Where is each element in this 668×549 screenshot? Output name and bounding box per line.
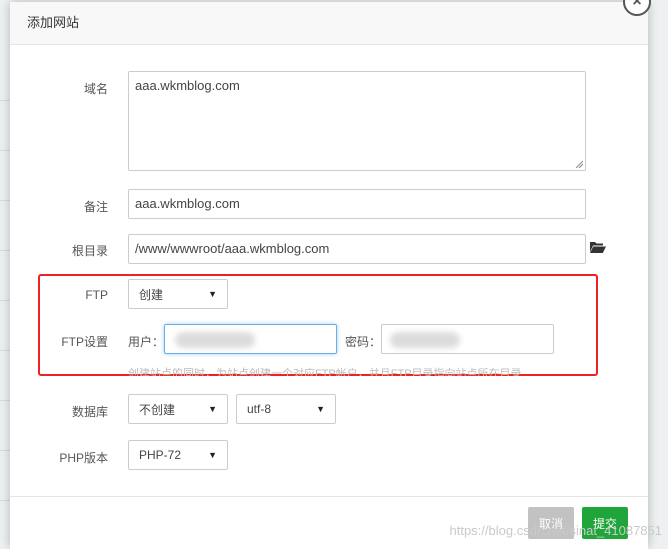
resize-grip-icon[interactable] (575, 160, 583, 168)
ftp-settings-label: FTP设置 (61, 335, 108, 349)
domain-label: 域名 (83, 82, 108, 96)
caret-down-icon: ▼ (208, 289, 217, 299)
php-version-label: PHP版本 (59, 451, 108, 465)
background-row (0, 210, 10, 251)
ftp-selected: 创建 (139, 287, 164, 302)
charset-select[interactable]: utf-8 ▼ (236, 394, 336, 424)
background-row (0, 160, 10, 201)
php-version-selected: PHP-72 (139, 448, 182, 462)
background-row (0, 260, 10, 301)
remark-value: aaa.wkmblog.com (135, 196, 240, 211)
ftp-label: FTP (85, 288, 108, 302)
background-row (0, 410, 10, 451)
ftp-hint-text: 创建站点的同时，为站点创建一个对应FTP帐户，并且FTP目录指向站点所在目录 (128, 368, 522, 376)
ftp-password-input[interactable] (381, 324, 554, 354)
domain-textarea[interactable]: aaa.wkmblog.com (128, 71, 586, 171)
caret-down-icon: ▼ (208, 404, 217, 414)
ftp-user-label: 用户： (128, 335, 165, 349)
background-row (0, 110, 10, 151)
add-website-dialog: 添加网站 × 域名 aaa.wkmblog.com 备注 aaa.wkmblog… (10, 0, 651, 549)
background-row (0, 360, 10, 401)
redacted-value (390, 332, 460, 348)
database-label: 数据库 (71, 405, 108, 419)
remark-input[interactable]: aaa.wkmblog.com (128, 189, 586, 219)
caret-down-icon: ▼ (316, 404, 325, 414)
database-selected: 不创建 (139, 402, 176, 417)
root-dir-label: 根目录 (71, 244, 108, 258)
ftp-select[interactable]: 创建 ▼ (128, 279, 228, 309)
database-select[interactable]: 不创建 ▼ (128, 394, 228, 424)
folder-open-icon[interactable] (590, 241, 606, 254)
background-row (0, 60, 10, 101)
caret-down-icon: ▼ (208, 450, 217, 460)
ftp-password-label: 密码： (345, 335, 382, 349)
dialog-title: 添加网站 (27, 15, 80, 30)
redacted-value (175, 332, 255, 348)
charset-selected: utf-8 (247, 402, 272, 416)
dialog-header: 添加网站 (10, 2, 648, 45)
watermark: https://blog.csdn.net/sinat_41087851 (449, 523, 663, 538)
ftp-user-input[interactable] (164, 324, 337, 354)
background-row (0, 460, 10, 501)
root-dir-value: /www/wwwroot/aaa.wkmblog.com (135, 241, 330, 256)
domain-value: aaa.wkmblog.com (135, 78, 240, 93)
php-version-select[interactable]: PHP-72 ▼ (128, 440, 228, 470)
root-dir-input[interactable]: /www/wwwroot/aaa.wkmblog.com (128, 234, 586, 264)
remark-label: 备注 (83, 200, 108, 214)
background-row (0, 310, 10, 351)
